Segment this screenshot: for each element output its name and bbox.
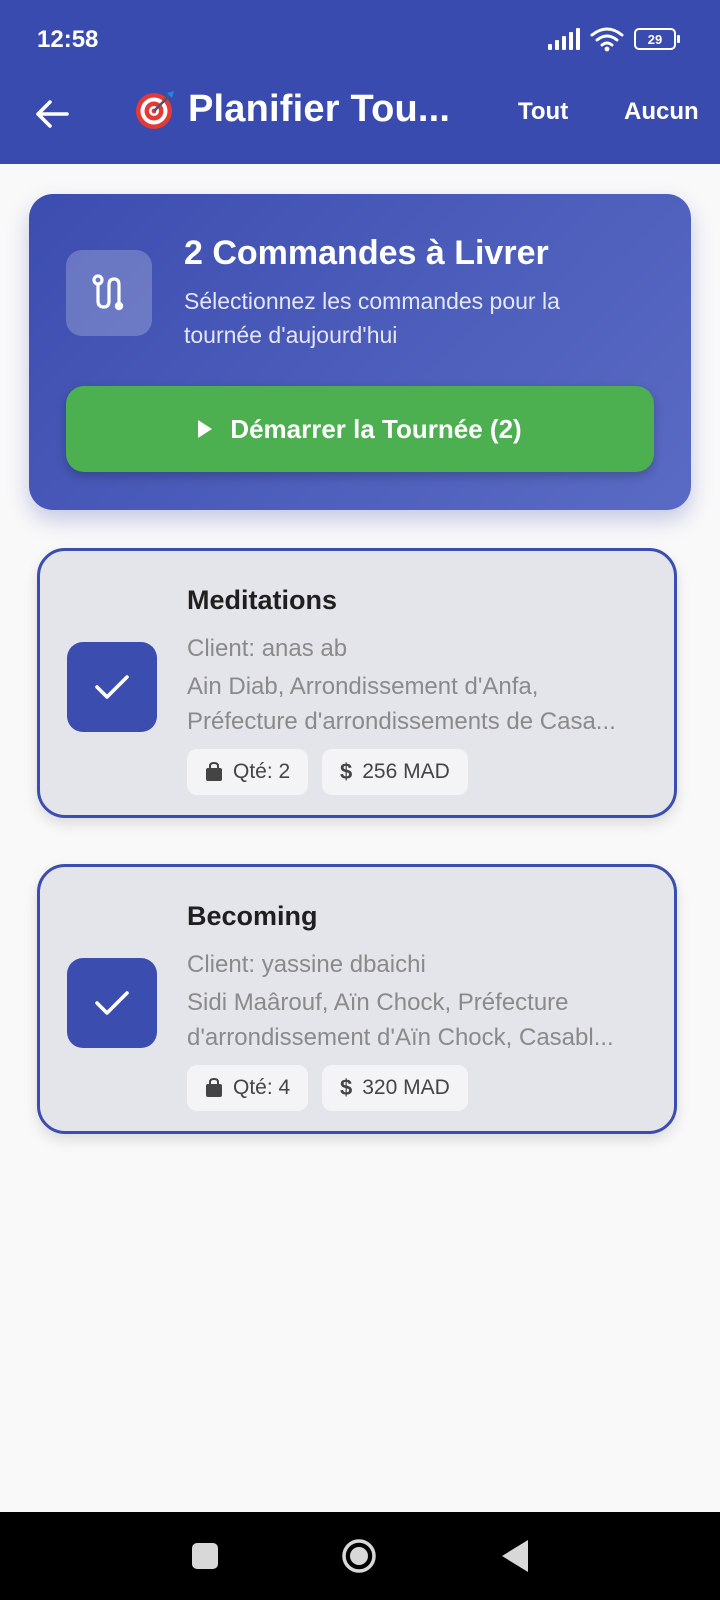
subtitle-line-1: Sélectionnez les commandes pour la [184,288,560,314]
shopping-bag-icon [206,762,222,781]
check-icon [95,991,129,1015]
subtitle-line-2: tournée d'aujourd'hui [184,322,398,348]
recents-button[interactable] [192,1543,218,1569]
select-all-button[interactable]: Tout [518,98,568,126]
order-address-line-1: Ain Diab, Arrondissement d'Anfa, [187,673,539,700]
target-icon [136,90,174,129]
order-card[interactable]: Becoming Client: yassine dbaichi Sidi Ma… [37,864,677,1134]
shopping-bag-icon [206,1078,222,1097]
order-checkbox[interactable] [67,958,157,1048]
order-title: Meditations [187,585,338,615]
play-icon [198,420,213,438]
dollar-icon: $ [340,759,353,784]
select-none-button[interactable]: Aucun [624,98,699,126]
order-address: Ain Diab, Arrondissement d'Anfa, Préfect… [187,669,652,739]
price-label: 320 MAD [362,1076,450,1099]
page-title-text: Planifier Tou... [188,88,451,130]
home-button[interactable] [341,1538,377,1574]
order-client: Client: anas ab [187,635,348,662]
nav-back-button[interactable] [502,1540,528,1572]
order-title: Becoming [187,901,318,931]
order-address-line-1: Sidi Maârouf, Aïn Chock, Préfecture [187,989,569,1016]
order-checkbox[interactable] [67,642,157,732]
summary-card: 2 Commandes à Livrer Sélectionnez les co… [29,194,691,510]
back-button[interactable] [30,92,74,136]
app-bar: 12:58 29 Planifier Tou... Tout Aucun [0,0,720,164]
order-address-line-2: d'arrondissement d'Aïn Chock, Casabl... [187,1024,614,1051]
route-icon [92,274,124,311]
order-client: Client: yassine dbaichi [187,951,426,978]
orders-count-title: 2 Commandes à Livrer [184,234,549,272]
battery-icon: 29 [634,28,680,50]
signal-icon [548,28,580,50]
page-title: Planifier Tou... [134,88,450,131]
start-tour-button[interactable]: Démarrer la Tournée (2) [66,386,654,472]
price-label: 256 MAD [362,760,450,783]
quantity-chip: Qté: 2 [187,749,309,795]
price-chip: $ 256 MAD [322,749,468,795]
wifi-icon [590,27,624,52]
system-nav-bar [0,1512,720,1600]
price-chip: $ 320 MAD [322,1065,468,1111]
quantity-chip: Qté: 4 [187,1065,309,1111]
order-address-line-2: Préfecture d'arrondissements de Casa... [187,708,616,735]
status-icons: 29 [548,26,680,52]
start-tour-label: Démarrer la Tournée (2) [230,413,522,444]
orders-subtitle: Sélectionnez les commandes pour la tourn… [184,284,644,352]
back-arrow-icon [36,100,69,128]
route-icon-box [66,250,152,336]
status-time: 12:58 [37,26,99,53]
quantity-label: Qté: 4 [233,1076,291,1099]
quantity-label: Qté: 2 [233,760,291,783]
dollar-icon: $ [340,1075,353,1100]
order-card[interactable]: Meditations Client: anas ab Ain Diab, Ar… [37,548,677,818]
battery-level: 29 [647,31,663,47]
check-icon [95,675,129,699]
order-address: Sidi Maârouf, Aïn Chock, Préfecture d'ar… [187,985,652,1055]
